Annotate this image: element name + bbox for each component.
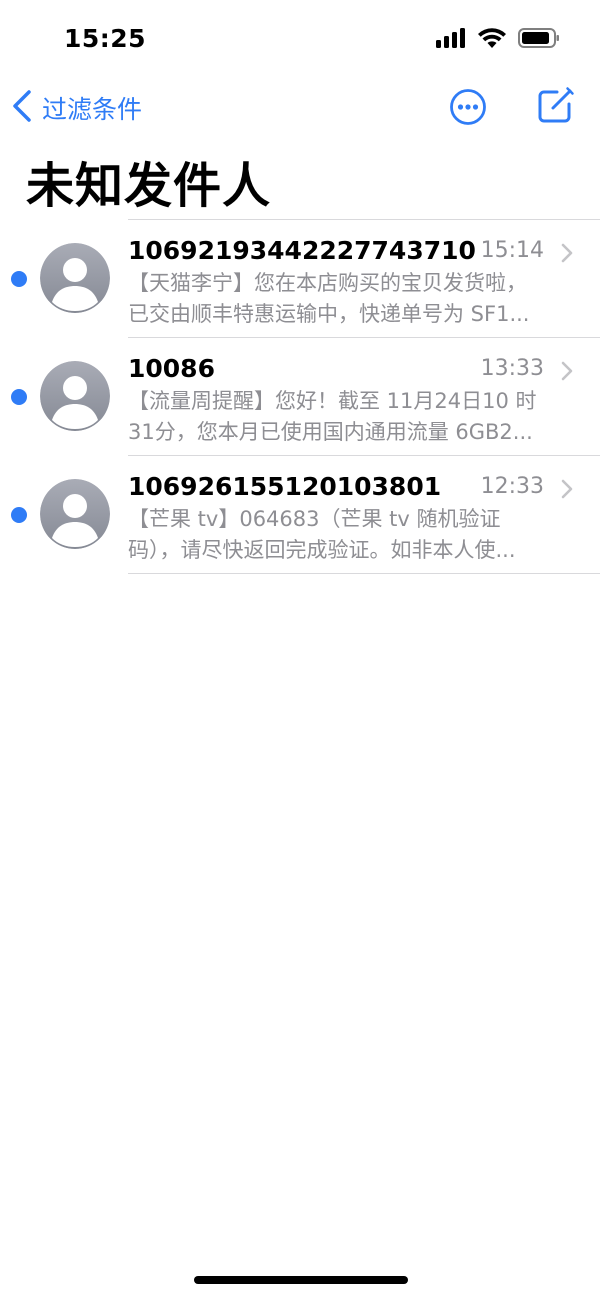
status-bar: 15:25 (0, 0, 600, 80)
list-divider (128, 573, 600, 574)
sender-name: 106926155120103801 (128, 472, 442, 501)
back-button-label: 过滤条件 (42, 95, 143, 124)
cellular-signal-icon (436, 28, 466, 52)
sender-name: 10086 (128, 354, 215, 383)
preview-line: 31分，您本月已使用国内通用流量 6GB2... (128, 420, 533, 444)
avatar (40, 361, 110, 431)
navigation-bar: 过滤条件 (0, 80, 600, 136)
person-placeholder-icon (40, 361, 110, 431)
message-time: 15:14 (480, 238, 544, 263)
preview-line: 【芒果 tv】064683（芒果 tv 随机验证 (128, 507, 501, 531)
preview-line: 码），请尽快返回完成验证。如非本人使... (128, 538, 516, 562)
person-placeholder-icon (40, 479, 110, 549)
message-row[interactable]: 106926155120103801 12:33 【芒果 tv】064683（芒… (0, 456, 600, 573)
message-preview: 【天猫李宁】您在本店购买的宝贝发货啦， 已交由顺丰特惠运输中，快递单号为 SF1… (128, 268, 568, 330)
sender-name: 10692193442227743710 (128, 236, 476, 265)
message-row[interactable]: 10086 13:33 【流量周提醒】您好！截至 11月24日10 时 31分，… (0, 338, 600, 455)
chevron-right-icon (560, 360, 574, 382)
ellipsis-circle-icon (449, 89, 487, 130)
preview-line: 【流量周提醒】您好！截至 11月24日10 时 (128, 389, 537, 413)
preview-line: 【天猫李宁】您在本店购买的宝贝发货啦， (128, 271, 527, 295)
unread-indicator (11, 271, 27, 287)
page-title: 未知发件人 (26, 158, 272, 214)
message-time: 12:33 (480, 474, 544, 499)
chevron-left-icon (12, 90, 32, 126)
status-icons (436, 28, 560, 52)
preview-line: 已交由顺丰特惠运输中，快递单号为 SF1... (128, 302, 530, 326)
status-time: 15:25 (64, 24, 147, 53)
wifi-icon (478, 28, 506, 52)
message-preview: 【流量周提醒】您好！截至 11月24日10 时 31分，您本月已使用国内通用流量… (128, 386, 568, 448)
compose-button[interactable] (537, 86, 575, 124)
back-button[interactable]: 过滤条件 (12, 88, 142, 128)
unread-indicator (11, 507, 27, 523)
message-preview: 【芒果 tv】064683（芒果 tv 随机验证 码），请尽快返回完成验证。如非… (128, 504, 568, 566)
message-row[interactable]: 10692193442227743710 15:14 【天猫李宁】您在本店购买的… (0, 220, 600, 337)
message-list: 10692193442227743710 15:14 【天猫李宁】您在本店购买的… (0, 219, 600, 574)
home-indicator[interactable] (194, 1276, 408, 1284)
compose-icon (537, 87, 575, 128)
avatar (40, 479, 110, 549)
battery-icon (518, 28, 560, 52)
chevron-right-icon (560, 242, 574, 264)
more-options-button[interactable] (449, 88, 487, 126)
chevron-right-icon (560, 478, 574, 500)
person-placeholder-icon (40, 243, 110, 313)
unread-indicator (11, 389, 27, 405)
avatar (40, 243, 110, 313)
message-time: 13:33 (480, 356, 544, 381)
